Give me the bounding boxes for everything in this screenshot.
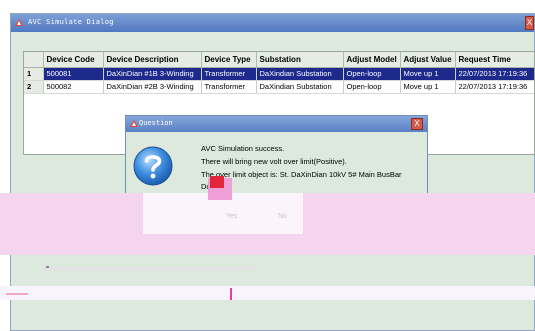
table-cell[interactable]: DaXindian Substation (256, 67, 344, 81)
row-number: 2 (24, 80, 44, 94)
yes-button[interactable]: Yes (226, 213, 237, 220)
window-titlebar[interactable]: AVC Simulate Dialog X (11, 14, 534, 32)
table-cell[interactable]: DaXinDian #1B 3-Winding (103, 67, 202, 81)
column-header[interactable]: Adjust Value (400, 52, 456, 68)
column-header[interactable]: Substation (256, 52, 344, 68)
dialog-close-button[interactable]: X (411, 118, 423, 130)
dialog-message-line: AVC Simulation success. (201, 144, 285, 153)
table-cell[interactable]: DaXindian Substation (256, 80, 344, 94)
no-button[interactable]: No (278, 213, 287, 220)
column-header[interactable]: Adjust Model (343, 52, 401, 68)
table-cell[interactable]: Open-loop (343, 80, 401, 94)
dialog-titlebar[interactable]: Question X (126, 116, 427, 132)
row-number-header (24, 52, 44, 68)
dialog-title: Question (139, 119, 173, 127)
app-icon (129, 119, 139, 129)
dialog-message-line: The over limit object is: St. DaXinDian … (201, 170, 402, 179)
progress-bar (46, 268, 253, 270)
window-close-button[interactable]: X (525, 16, 534, 30)
table-row[interactable]: 2 500082 DaXinDian #2B 3-Winding Transfo… (24, 80, 534, 94)
question-icon (132, 145, 174, 187)
table-cell[interactable]: 22/07/2013 17:19:36 (455, 80, 534, 94)
app-icon (14, 18, 24, 28)
table-cell[interactable]: DaXinDian #2B 3-Winding (103, 80, 202, 94)
table-cell[interactable]: 22/07/2013 17:19:36 (455, 67, 534, 81)
table-cell[interactable]: Transformer (201, 67, 257, 81)
table-cell[interactable]: Open-loop (343, 67, 401, 81)
column-header[interactable]: Device Type (201, 52, 257, 68)
window-title: AVC Simulate Dialog (28, 18, 114, 26)
table-cell[interactable]: Move up 1 (400, 67, 456, 81)
text-cursor (230, 288, 232, 300)
table-row[interactable]: 1 500081 DaXinDian #1B 3-Winding Transfo… (24, 67, 534, 81)
table-cell[interactable]: 500082 (43, 80, 104, 94)
status-left-mark (6, 293, 28, 295)
table-cell[interactable]: Transformer (201, 80, 257, 94)
table-cell[interactable]: 500081 (43, 67, 104, 81)
column-header[interactable]: Request Time (455, 52, 534, 68)
table-cell[interactable]: Move up 1 (400, 80, 456, 94)
column-header[interactable]: Device Description (103, 52, 202, 68)
dialog-message-line: There will bring new volt over limit(Pos… (201, 157, 347, 166)
column-header[interactable]: Device Code (43, 52, 104, 68)
table-header-row: Device Code Device Description Device Ty… (24, 52, 534, 68)
status-strip (0, 286, 535, 300)
row-number: 1 (24, 67, 44, 81)
render-glitch-mark (210, 176, 224, 188)
